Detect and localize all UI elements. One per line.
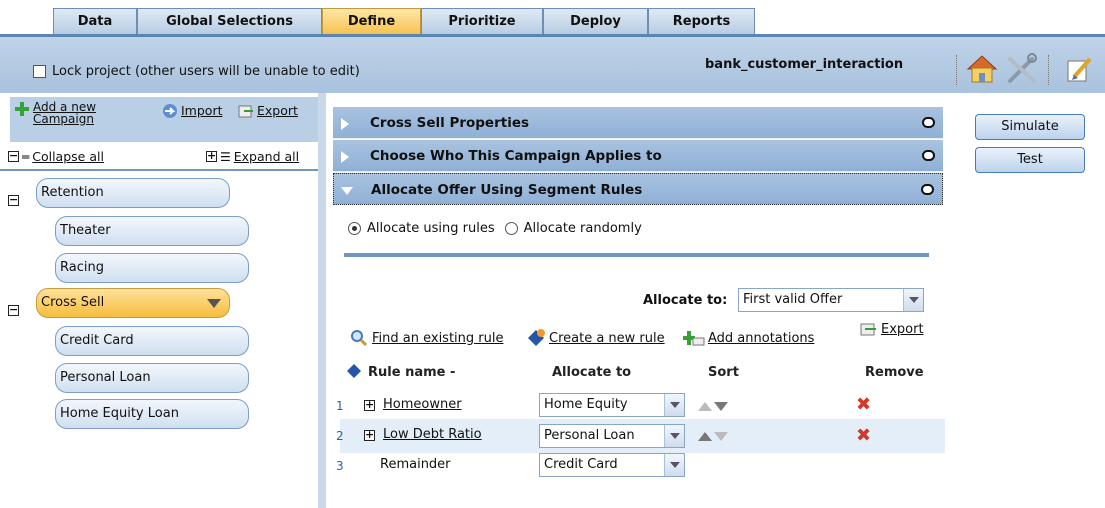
panel-divider bbox=[318, 93, 326, 508]
lock-project: Lock project (other users will be unable… bbox=[33, 64, 360, 79]
collapse-all[interactable]: − ═ Collapse all bbox=[8, 149, 104, 164]
import-icon bbox=[163, 104, 177, 118]
radio-allocate-randomly[interactable] bbox=[504, 222, 518, 235]
cross-sell-collapse-icon[interactable]: − bbox=[8, 304, 19, 316]
rule-allocate-select[interactable]: Credit Card bbox=[539, 453, 685, 477]
accordion-cross-sell-properties[interactable]: Cross Sell Properties bbox=[333, 107, 943, 139]
col-allocate-to: Allocate to bbox=[552, 365, 632, 380]
expand-rule-icon[interactable]: + bbox=[364, 429, 375, 441]
project-bar: Lock project (other users will be unable… bbox=[0, 37, 1105, 93]
table-row: 3 Remainder Credit Card bbox=[336, 449, 945, 483]
allocate-to-select[interactable]: First valid Offer bbox=[738, 288, 924, 312]
tree-node-personal-loan[interactable]: Personal Loan bbox=[55, 363, 249, 393]
tree-node-retention[interactable]: Retention bbox=[36, 178, 230, 208]
search-icon bbox=[351, 330, 368, 347]
table-row: 1 + Homeowner Home Equity ✖ bbox=[336, 393, 872, 417]
tab-define[interactable]: Define bbox=[322, 8, 421, 34]
project-name: bank_customer_interaction bbox=[705, 57, 904, 72]
col-rule-name[interactable]: Rule name - bbox=[368, 365, 455, 380]
comment-icon[interactable] bbox=[922, 117, 935, 128]
sort-arrows-icon[interactable] bbox=[696, 430, 730, 442]
cross-sell-menu-icon[interactable] bbox=[207, 299, 221, 308]
table-row: 2 + Low Debt Ratio Personal Loan ✖ bbox=[336, 419, 945, 453]
sort-arrows-icon[interactable] bbox=[696, 400, 730, 412]
toolbar-separator-2 bbox=[1048, 55, 1049, 85]
tab-bar: Data Global Selections Define Prioritize… bbox=[0, 0, 1105, 37]
rule-name-link[interactable]: Low Debt Ratio bbox=[383, 427, 482, 442]
chevron-down-icon[interactable] bbox=[664, 425, 684, 447]
simulate-button[interactable]: Simulate bbox=[975, 114, 1085, 140]
chevron-down-icon[interactable] bbox=[903, 289, 923, 311]
annotation-icon bbox=[683, 331, 705, 346]
lock-project-label: Lock project (other users will be unable… bbox=[52, 64, 360, 79]
export-icon bbox=[238, 105, 253, 118]
chevron-down-icon[interactable] bbox=[664, 394, 684, 416]
campaign-editor: Cross Sell Properties Choose Who This Ca… bbox=[330, 93, 945, 508]
tab-global-selections[interactable]: Global Selections bbox=[137, 8, 322, 34]
collapse-icon: − bbox=[8, 149, 19, 162]
campaign-toolbar: Add a new Campaign Import Export bbox=[10, 97, 318, 142]
rule-name-text: Remainder bbox=[380, 457, 451, 472]
tab-prioritize[interactable]: Prioritize bbox=[421, 8, 543, 34]
section-divider bbox=[344, 253, 929, 257]
tree-node-theater[interactable]: Theater bbox=[55, 216, 249, 246]
expand-arrow-icon bbox=[341, 151, 349, 163]
comment-icon[interactable] bbox=[921, 184, 934, 195]
expand-icon: + bbox=[206, 149, 217, 162]
find-rule-link[interactable]: Find an existing rule bbox=[350, 329, 503, 347]
add-annotations-link[interactable]: Add annotations bbox=[683, 329, 814, 347]
new-rule-icon bbox=[528, 329, 545, 346]
chevron-down-icon[interactable] bbox=[664, 454, 684, 476]
tab-reports[interactable]: Reports bbox=[648, 8, 755, 34]
col-remove: Remove bbox=[865, 365, 924, 380]
retention-collapse-icon[interactable]: − bbox=[8, 194, 19, 206]
tree-node-credit-card[interactable]: Credit Card bbox=[55, 326, 249, 356]
tree-node-cross-sell[interactable]: Cross Sell bbox=[36, 288, 230, 318]
collapse-arrow-icon bbox=[341, 187, 353, 195]
add-campaign-link[interactable]: Add a new Campaign bbox=[14, 101, 96, 125]
home-icon[interactable] bbox=[964, 51, 1000, 87]
rule-allocate-select[interactable]: Personal Loan bbox=[539, 424, 685, 448]
lock-project-checkbox[interactable] bbox=[33, 65, 46, 78]
rule-name-icon bbox=[347, 364, 361, 378]
export-rules-link[interactable]: Export bbox=[860, 321, 924, 337]
test-button[interactable]: Test bbox=[975, 147, 1085, 173]
remove-icon[interactable]: ✖ bbox=[856, 394, 871, 415]
accordion-choose-who[interactable]: Choose Who This Campaign Applies to bbox=[333, 140, 943, 172]
import-link[interactable]: Import bbox=[162, 103, 223, 119]
accordion-allocate-offer[interactable]: Allocate Offer Using Segment Rules bbox=[333, 173, 943, 205]
allocate-to-label: Allocate to: bbox=[643, 293, 728, 308]
tree-node-home-equity-loan[interactable]: Home Equity Loan bbox=[55, 399, 249, 429]
export-icon bbox=[860, 323, 876, 336]
expand-lines-icon: ☰ bbox=[220, 149, 231, 164]
remove-icon[interactable]: ✖ bbox=[856, 425, 871, 446]
campaign-panel: Add a new Campaign Import Export − ═ Col… bbox=[0, 93, 326, 508]
expand-arrow-icon bbox=[341, 118, 349, 130]
radio-allocate-rules[interactable] bbox=[348, 222, 361, 235]
tab-data[interactable]: Data bbox=[53, 8, 137, 34]
tab-deploy[interactable]: Deploy bbox=[543, 8, 648, 34]
toolbar-separator bbox=[956, 55, 957, 85]
col-sort: Sort bbox=[708, 365, 739, 380]
tree-controls: − ═ Collapse all + ☰ Expand all bbox=[0, 143, 318, 171]
tools-icon[interactable] bbox=[1004, 51, 1040, 87]
rule-name-link[interactable]: Homeowner bbox=[383, 397, 462, 412]
rule-allocate-select[interactable]: Home Equity bbox=[539, 393, 685, 417]
allocation-mode: Allocate using rules Allocate randomly bbox=[348, 221, 642, 236]
export-link[interactable]: Export bbox=[238, 103, 298, 119]
edit-icon[interactable] bbox=[1060, 51, 1096, 87]
comment-icon[interactable] bbox=[922, 150, 935, 161]
add-icon bbox=[15, 102, 29, 116]
collapse-lines-icon: ═ bbox=[22, 149, 30, 164]
create-rule-link[interactable]: Create a new rule bbox=[527, 329, 665, 347]
expand-all[interactable]: + ☰ Expand all bbox=[206, 149, 299, 164]
expand-rule-icon[interactable]: + bbox=[364, 399, 375, 411]
tree-node-racing[interactable]: Racing bbox=[55, 253, 249, 283]
